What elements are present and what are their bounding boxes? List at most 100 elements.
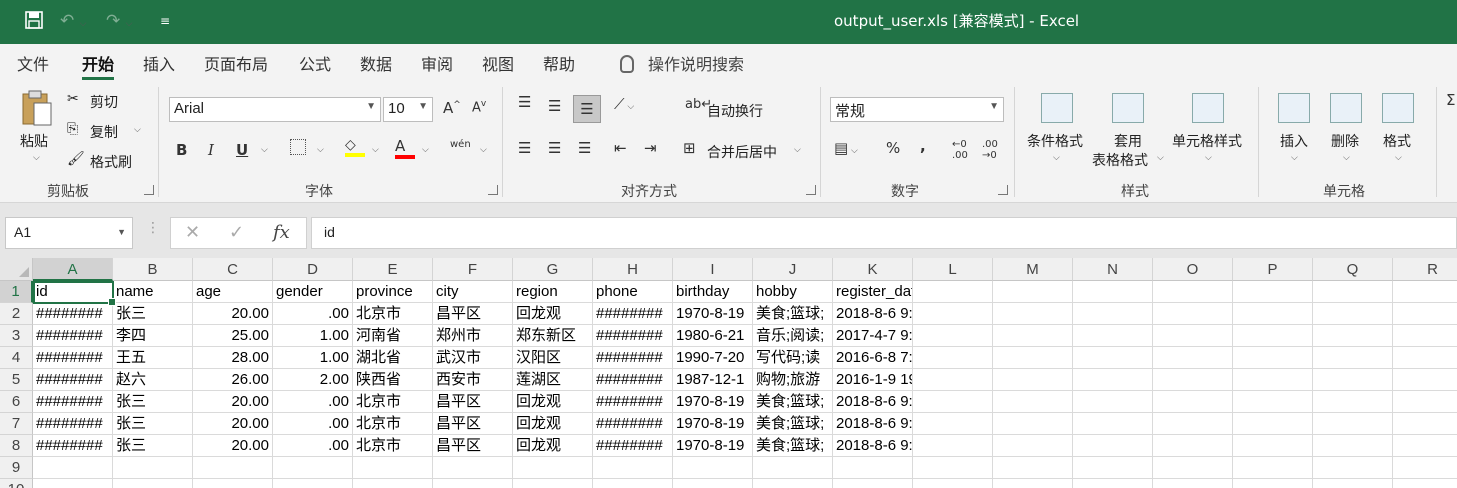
name-box[interactable]: A1 ▼ (5, 217, 133, 249)
clipboard-launcher-icon[interactable] (144, 185, 154, 195)
tab-home[interactable]: 开始 (82, 51, 115, 80)
cell-i4[interactable]: 1990-7-20 (673, 347, 753, 369)
chevron-down-icon[interactable]: ⌵ (1157, 153, 1164, 163)
font-launcher-icon[interactable] (488, 185, 498, 195)
cell-o5[interactable] (1153, 369, 1233, 391)
column-header-f[interactable]: F (433, 258, 513, 281)
borders-icon[interactable] (290, 139, 306, 159)
cell-q5[interactable] (1313, 369, 1393, 391)
format-painter-icon[interactable]: 🖌 (67, 151, 85, 167)
percent-style-button[interactable]: % (886, 139, 900, 157)
column-header-g[interactable]: G (513, 258, 593, 281)
row-header-3[interactable]: 3 (0, 325, 33, 347)
format-as-table-icon[interactable] (1112, 93, 1144, 123)
cell-k7[interactable]: 2018-8-6 9:44 (833, 413, 913, 435)
cell-q8[interactable] (1313, 435, 1393, 457)
cell-b2[interactable]: 张三 (113, 303, 193, 325)
column-header-i[interactable]: I (673, 258, 753, 281)
cell-c9[interactable] (193, 457, 273, 479)
cell-p5[interactable] (1233, 369, 1313, 391)
column-header-c[interactable]: C (193, 258, 273, 281)
font-size-select[interactable]: 10 ▼ (383, 97, 433, 122)
decrease-decimal-icon[interactable]: .00 →0 (982, 139, 998, 161)
cell-b8[interactable]: 张三 (113, 435, 193, 457)
column-header-h[interactable]: H (593, 258, 673, 281)
cell-j10[interactable] (753, 479, 833, 488)
cell-p3[interactable] (1233, 325, 1313, 347)
cell-m8[interactable] (993, 435, 1073, 457)
cell-a7[interactable]: ######## (33, 413, 113, 435)
cell-f2[interactable]: 昌平区 (433, 303, 513, 325)
cell-l6[interactable] (913, 391, 993, 413)
cell-r10[interactable] (1393, 479, 1457, 488)
cell-l4[interactable] (913, 347, 993, 369)
cell-g2[interactable]: 回龙观 (513, 303, 593, 325)
cell-o1[interactable] (1153, 281, 1233, 303)
cell-n3[interactable] (1073, 325, 1153, 347)
cut-button[interactable]: 剪切 (90, 92, 118, 112)
cell-n10[interactable] (1073, 479, 1153, 488)
cell-n5[interactable] (1073, 369, 1153, 391)
font-color-icon[interactable]: A (395, 137, 415, 159)
cell-c6[interactable]: 20.00 (193, 391, 273, 413)
cancel-icon[interactable]: ✕ (185, 222, 200, 243)
delete-cells-icon[interactable] (1330, 93, 1362, 123)
cell-r5[interactable] (1393, 369, 1457, 391)
alignment-launcher-icon[interactable] (806, 185, 816, 195)
cell-g10[interactable] (513, 479, 593, 488)
cell-n4[interactable] (1073, 347, 1153, 369)
column-header-e[interactable]: E (353, 258, 433, 281)
cell-n8[interactable] (1073, 435, 1153, 457)
cell-k8[interactable]: 2018-8-6 9:44 (833, 435, 913, 457)
row-header-10[interactable]: 10 (0, 479, 33, 488)
cell-c2[interactable]: 20.00 (193, 303, 273, 325)
underline-button[interactable]: U (236, 141, 248, 159)
cell-b3[interactable]: 李四 (113, 325, 193, 347)
cell-k2[interactable]: 2018-8-6 9:44 (833, 303, 913, 325)
cell-i8[interactable]: 1970-8-19 (673, 435, 753, 457)
cell-a2[interactable]: ######## (33, 303, 113, 325)
cell-l3[interactable] (913, 325, 993, 347)
cell-b1[interactable]: name (113, 281, 193, 303)
conditional-formatting-icon[interactable] (1041, 93, 1073, 123)
cell-n9[interactable] (1073, 457, 1153, 479)
format-as-table-label[interactable]: 表格格式 (1092, 150, 1148, 170)
cell-h1[interactable]: phone (593, 281, 673, 303)
cell-c5[interactable]: 26.00 (193, 369, 273, 391)
cell-q10[interactable] (1313, 479, 1393, 488)
chevron-down-icon[interactable]: ⌵ (1343, 153, 1350, 163)
cell-g7[interactable]: 回龙观 (513, 413, 593, 435)
cell-d5[interactable]: 2.00 (273, 369, 353, 391)
tab-file[interactable]: 文件 (17, 51, 49, 75)
cell-c3[interactable]: 25.00 (193, 325, 273, 347)
save-icon[interactable] (25, 11, 43, 34)
cell-o8[interactable] (1153, 435, 1233, 457)
cell-m2[interactable] (993, 303, 1073, 325)
insert-cells-button[interactable]: 插入 (1280, 131, 1308, 151)
cell-e2[interactable]: 北京市 (353, 303, 433, 325)
cell-j1[interactable]: hobby (753, 281, 833, 303)
cell-r2[interactable] (1393, 303, 1457, 325)
cell-q9[interactable] (1313, 457, 1393, 479)
chevron-down-icon[interactable]: ⌵ (1205, 153, 1212, 163)
cell-d1[interactable]: gender (273, 281, 353, 303)
cell-j4[interactable]: 写代码;读 (753, 347, 833, 369)
paste-button[interactable]: 粘贴 (20, 131, 48, 151)
cell-h3[interactable]: ######## (593, 325, 673, 347)
cell-f3[interactable]: 郑州市 (433, 325, 513, 347)
row-header-7[interactable]: 7 (0, 413, 33, 435)
cell-q7[interactable] (1313, 413, 1393, 435)
cell-styles-icon[interactable] (1192, 93, 1224, 123)
cell-c4[interactable]: 28.00 (193, 347, 273, 369)
copy-icon[interactable]: ⎘ (67, 121, 78, 137)
cut-icon[interactable]: ✂ (67, 91, 79, 107)
align-center-icon[interactable]: ☰ (548, 139, 561, 157)
cell-c1[interactable]: age (193, 281, 273, 303)
conditional-formatting-button[interactable]: 条件格式 (1027, 131, 1083, 151)
format-painter-button[interactable]: 格式刷 (90, 152, 132, 172)
cell-p6[interactable] (1233, 391, 1313, 413)
cell-p8[interactable] (1233, 435, 1313, 457)
merge-center-icon[interactable]: ⊞ (683, 139, 696, 157)
cell-o2[interactable] (1153, 303, 1233, 325)
paste-icon[interactable] (20, 89, 54, 127)
